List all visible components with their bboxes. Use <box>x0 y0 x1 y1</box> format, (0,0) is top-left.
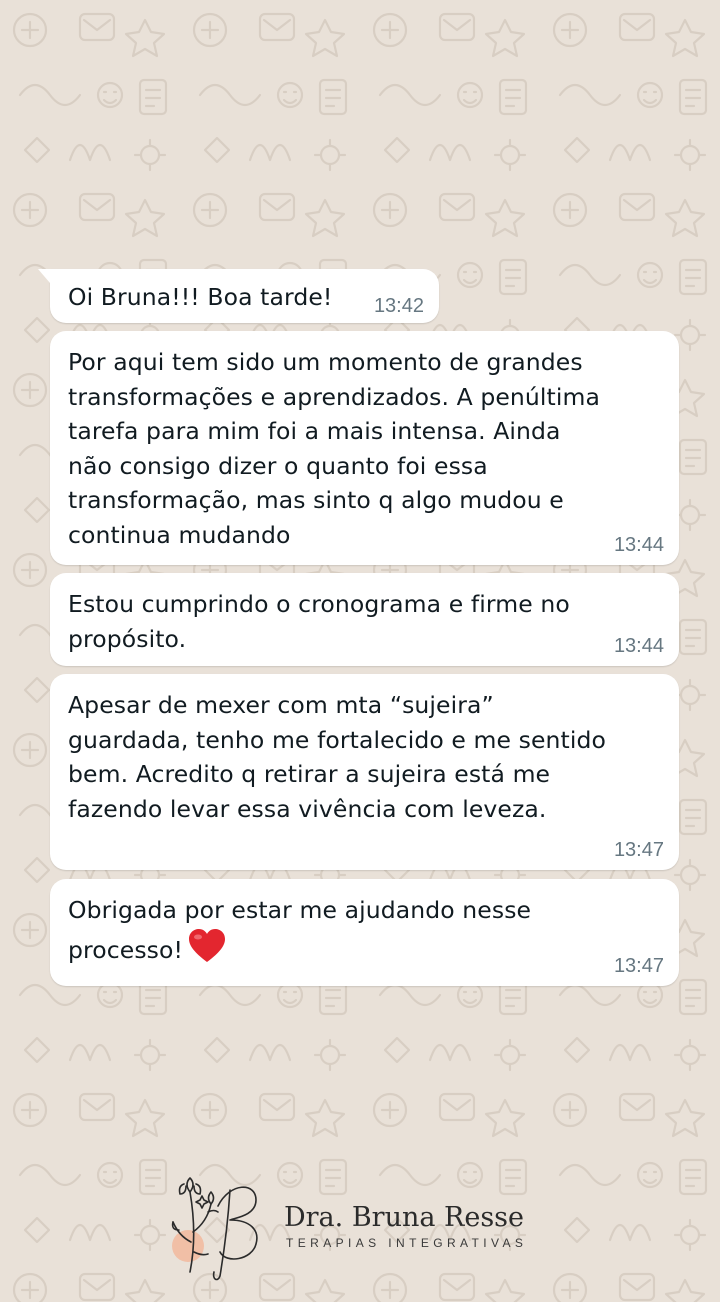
message-bubble[interactable]: Obrigada por estar me ajudando nesse pro… <box>50 879 679 986</box>
message-bubble[interactable]: Por aqui tem sido um momento de grandes … <box>50 331 679 565</box>
message-text: Estou cumprindo o cronograma e firme no … <box>68 590 570 653</box>
chat-area[interactable]: Oi Bruna!!! Boa tarde! 13:42 Por aqui te… <box>0 0 720 1302</box>
message-time: 13:47 <box>613 955 664 977</box>
message-time: 13:44 <box>613 635 664 657</box>
floral-monogram-icon <box>171 1177 258 1281</box>
message-text: Oi Bruna!!! Boa tarde! <box>68 283 333 311</box>
message-text: Apesar de mexer com mta “sujeira” guarda… <box>68 691 606 823</box>
red-heart-icon <box>187 928 227 974</box>
message-bubble[interactable]: Apesar de mexer com mta “sujeira” guarda… <box>50 674 679 870</box>
message-text: Por aqui tem sido um momento de grandes … <box>68 348 600 549</box>
message-bubble[interactable]: Oi Bruna!!! Boa tarde! 13:42 <box>38 269 439 323</box>
message-text: Obrigada por estar me ajudando nesse pro… <box>68 893 659 973</box>
brand-tagline: TERAPIAS INTEGRATIVAS <box>286 1236 528 1250</box>
message-bubble[interactable]: Estou cumprindo o cronograma e firme no … <box>50 573 679 666</box>
message-time: 13:42 <box>373 295 424 317</box>
brand-logo: Dra. Bruna Resse TERAPIAS INTEGRATIVAS <box>160 1172 580 1282</box>
brand-name: Dra. Bruna Resse <box>284 1202 525 1233</box>
message-time: 13:47 <box>613 839 664 861</box>
message-time: 13:44 <box>613 534 664 556</box>
